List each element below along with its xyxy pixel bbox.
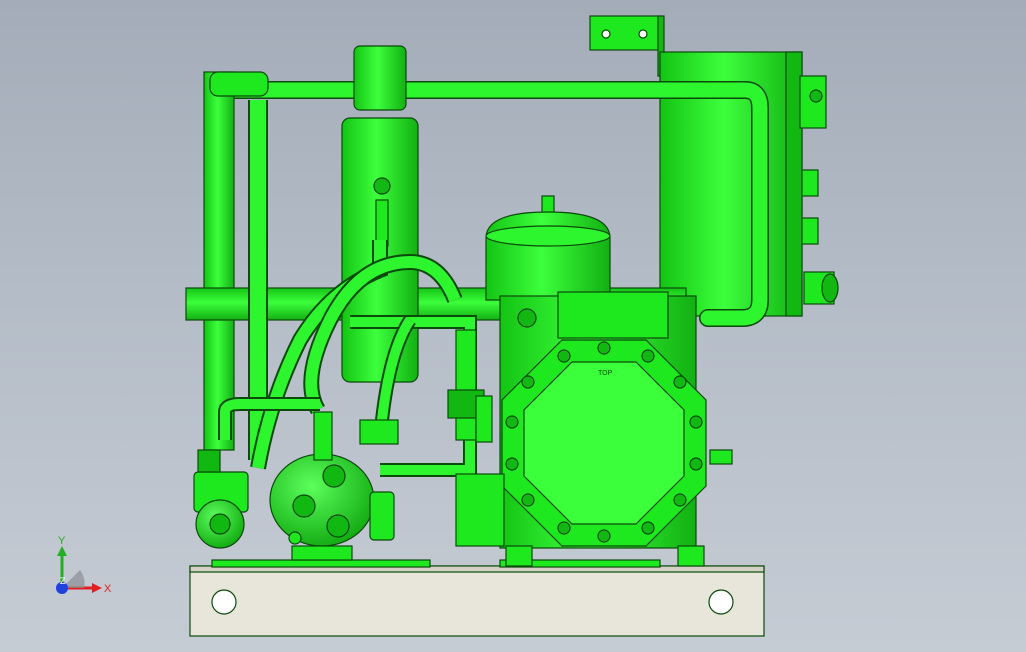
base-mount-hole-left <box>211 589 237 615</box>
suction-accumulator[interactable] <box>485 195 611 301</box>
compressor-body[interactable]: TOP <box>455 291 733 567</box>
cad-viewport[interactable]: TOP Y X Z <box>0 0 1026 652</box>
filter-drier[interactable] <box>269 411 399 561</box>
coordinate-triad: Y X Z <box>56 535 112 595</box>
triad-x-label: X <box>104 583 112 595</box>
refrigeration-unit-model[interactable]: TOP <box>185 15 839 637</box>
oil-separator-fitting[interactable] <box>193 449 249 549</box>
compressor-top-label: TOP <box>598 370 613 377</box>
electrical-control-box[interactable] <box>589 15 839 317</box>
base-mount-hole-right <box>708 589 734 615</box>
triad-y-label: Y <box>58 535 66 547</box>
base-frame[interactable] <box>189 559 765 637</box>
service-valve[interactable] <box>447 329 493 443</box>
triad-z-label: Z <box>60 576 66 586</box>
